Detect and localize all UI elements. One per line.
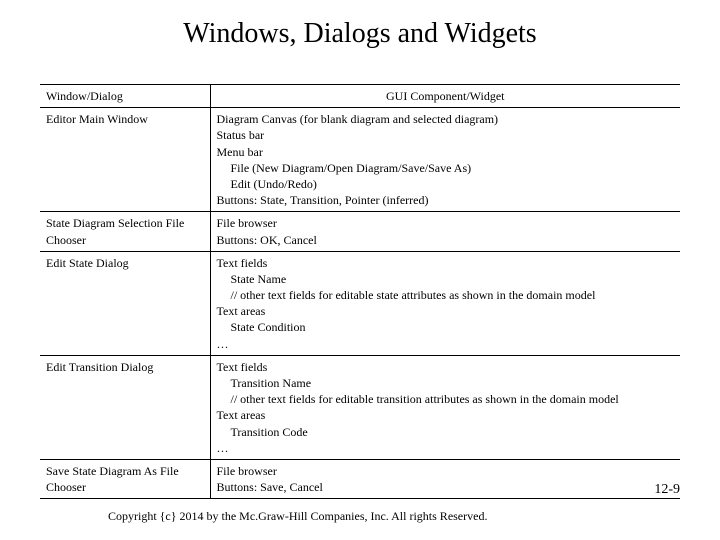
table-row: Edit State Dialog Text fieldsState Name/…	[40, 251, 680, 355]
cell-components: Text fieldsTransition Name// other text …	[210, 355, 680, 459]
slide: Windows, Dialogs and Widgets Window/Dial…	[0, 0, 720, 540]
page-title: Windows, Dialogs and Widgets	[0, 18, 720, 50]
cell-window: Edit State Dialog	[40, 251, 210, 355]
cell-components: Diagram Canvas (for blank diagram and se…	[210, 108, 680, 212]
cell-components: File browserButtons: Save, Cancel	[210, 459, 680, 498]
cell-window: Save State Diagram As File Chooser	[40, 459, 210, 498]
page-number: 12-9	[654, 482, 680, 498]
table-header-row: Window/Dialog GUI Component/Widget	[40, 85, 680, 108]
table-row: Editor Main Window Diagram Canvas (for b…	[40, 108, 680, 212]
cell-window: Edit Transition Dialog	[40, 355, 210, 459]
table-row: State Diagram Selection File Chooser Fil…	[40, 212, 680, 251]
table-container: Window/Dialog GUI Component/Widget Edito…	[40, 84, 680, 499]
table-row: Save State Diagram As File Chooser File …	[40, 459, 680, 498]
cell-window: State Diagram Selection File Chooser	[40, 212, 210, 251]
cell-window: Editor Main Window	[40, 108, 210, 212]
cell-components: Text fieldsState Name// other text field…	[210, 251, 680, 355]
header-gui-component: GUI Component/Widget	[210, 85, 680, 108]
table-row: Edit Transition Dialog Text fieldsTransi…	[40, 355, 680, 459]
copyright-text: Copyright {c} 2014 by the Mc.Graw-Hill C…	[108, 509, 487, 524]
header-window-dialog: Window/Dialog	[40, 85, 210, 108]
cell-components: File browserButtons: OK, Cancel	[210, 212, 680, 251]
widgets-table: Window/Dialog GUI Component/Widget Edito…	[40, 84, 680, 499]
